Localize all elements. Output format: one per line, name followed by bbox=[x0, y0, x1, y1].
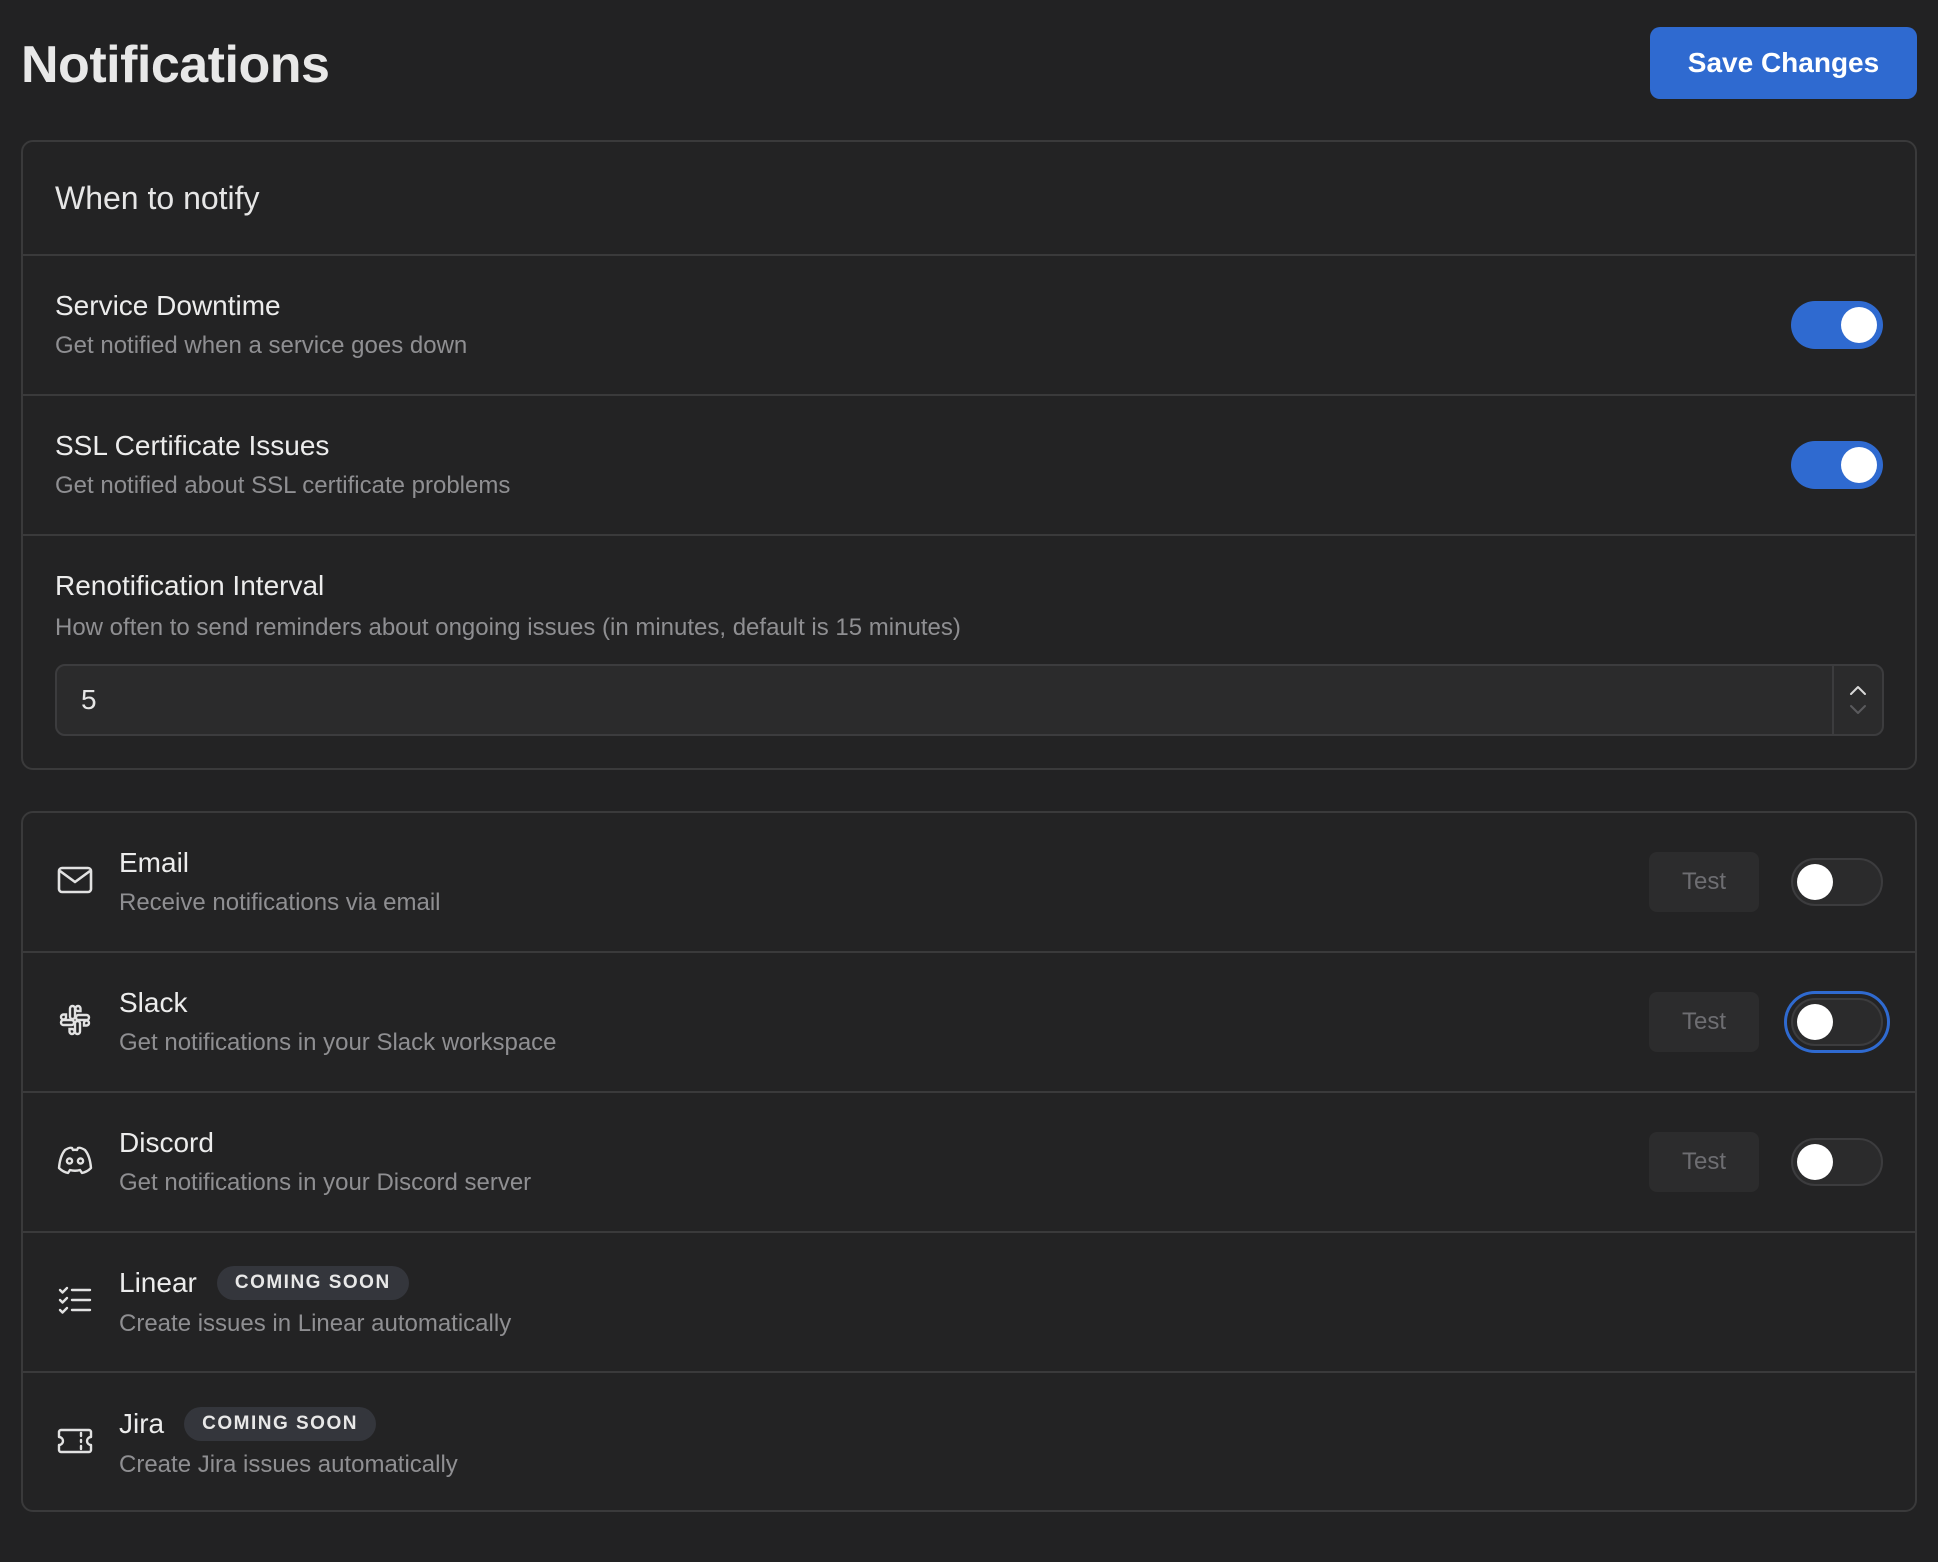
stepper-up-icon[interactable] bbox=[1849, 684, 1867, 696]
mail-icon bbox=[55, 860, 95, 900]
card-heading: When to notify bbox=[23, 142, 1915, 256]
service-downtime-toggle[interactable] bbox=[1791, 301, 1883, 349]
row-description: Get notifications in your Slack workspac… bbox=[119, 1029, 557, 1056]
row-title: Service Downtime bbox=[55, 290, 281, 321]
slack-icon bbox=[55, 1000, 95, 1040]
row-description: Get notifications in your Discord server bbox=[119, 1169, 532, 1196]
toggle-knob bbox=[1841, 447, 1877, 483]
row-title: Slack bbox=[119, 987, 188, 1018]
toggle-knob bbox=[1841, 307, 1877, 343]
row-title: Linear bbox=[119, 1267, 197, 1298]
discord-toggle[interactable] bbox=[1791, 1138, 1883, 1186]
row-description: Get notified when a service goes down bbox=[55, 332, 468, 359]
service-downtime-row: Service Downtime Get notified when a ser… bbox=[23, 256, 1915, 396]
test-slack-button[interactable]: Test bbox=[1649, 992, 1759, 1052]
row-description: Create Jira issues automatically bbox=[119, 1451, 458, 1478]
interval-input-wrapper bbox=[55, 664, 1884, 736]
channel-row-discord: Discord Get notifications in your Discor… bbox=[23, 1093, 1915, 1233]
page-header: Notifications Save Changes bbox=[21, 0, 1917, 140]
discord-icon bbox=[55, 1140, 95, 1180]
test-email-button[interactable]: Test bbox=[1649, 852, 1759, 912]
notifications-page: Notifications Save Changes When to notif… bbox=[0, 0, 1938, 1562]
channel-row-slack: Slack Get notifications in your Slack wo… bbox=[23, 953, 1915, 1093]
ticket-icon bbox=[55, 1421, 95, 1461]
channel-row-email: Email Receive notifications via email Te… bbox=[23, 813, 1915, 953]
row-title: Jira bbox=[119, 1408, 165, 1439]
row-description: How often to send reminders about ongoin… bbox=[55, 614, 961, 641]
test-discord-button[interactable]: Test bbox=[1649, 1132, 1759, 1192]
row-title: SSL Certificate Issues bbox=[55, 430, 330, 461]
renotification-interval-row: Renotification Interval How often to sen… bbox=[23, 536, 1915, 766]
row-title: Renotification Interval bbox=[55, 570, 325, 601]
row-title: Email bbox=[119, 847, 190, 878]
row-title: Discord bbox=[119, 1127, 214, 1158]
toggle-knob bbox=[1797, 1144, 1833, 1180]
toggle-knob bbox=[1797, 864, 1833, 900]
coming-soon-badge: COMING SOON bbox=[184, 1407, 376, 1441]
channels-card: Email Receive notifications via email Te… bbox=[21, 811, 1917, 1512]
coming-soon-badge: COMING SOON bbox=[216, 1266, 409, 1300]
interval-stepper bbox=[1832, 666, 1882, 734]
row-description: Receive notifications via email bbox=[119, 889, 441, 916]
channel-row-linear: Linear COMING SOON Create issues in Line… bbox=[23, 1233, 1915, 1373]
ssl-certificate-row: SSL Certificate Issues Get notified abou… bbox=[23, 396, 1915, 536]
slack-toggle[interactable] bbox=[1784, 991, 1890, 1053]
page-title: Notifications bbox=[21, 36, 330, 94]
row-description: Get notified about SSL certificate probl… bbox=[55, 472, 511, 499]
renotification-interval-input[interactable] bbox=[57, 683, 1832, 717]
email-toggle[interactable] bbox=[1791, 858, 1883, 906]
channel-row-jira: Jira COMING SOON Create Jira issues auto… bbox=[23, 1373, 1915, 1510]
ssl-certificate-toggle[interactable] bbox=[1791, 441, 1883, 489]
save-changes-button[interactable]: Save Changes bbox=[1650, 27, 1917, 99]
when-to-notify-card: When to notify Service Downtime Get noti… bbox=[21, 140, 1917, 770]
toggle-knob bbox=[1797, 1004, 1833, 1040]
stepper-down-icon[interactable] bbox=[1849, 704, 1867, 716]
list-checks-icon bbox=[55, 1280, 95, 1320]
row-description: Create issues in Linear automatically bbox=[119, 1310, 512, 1337]
